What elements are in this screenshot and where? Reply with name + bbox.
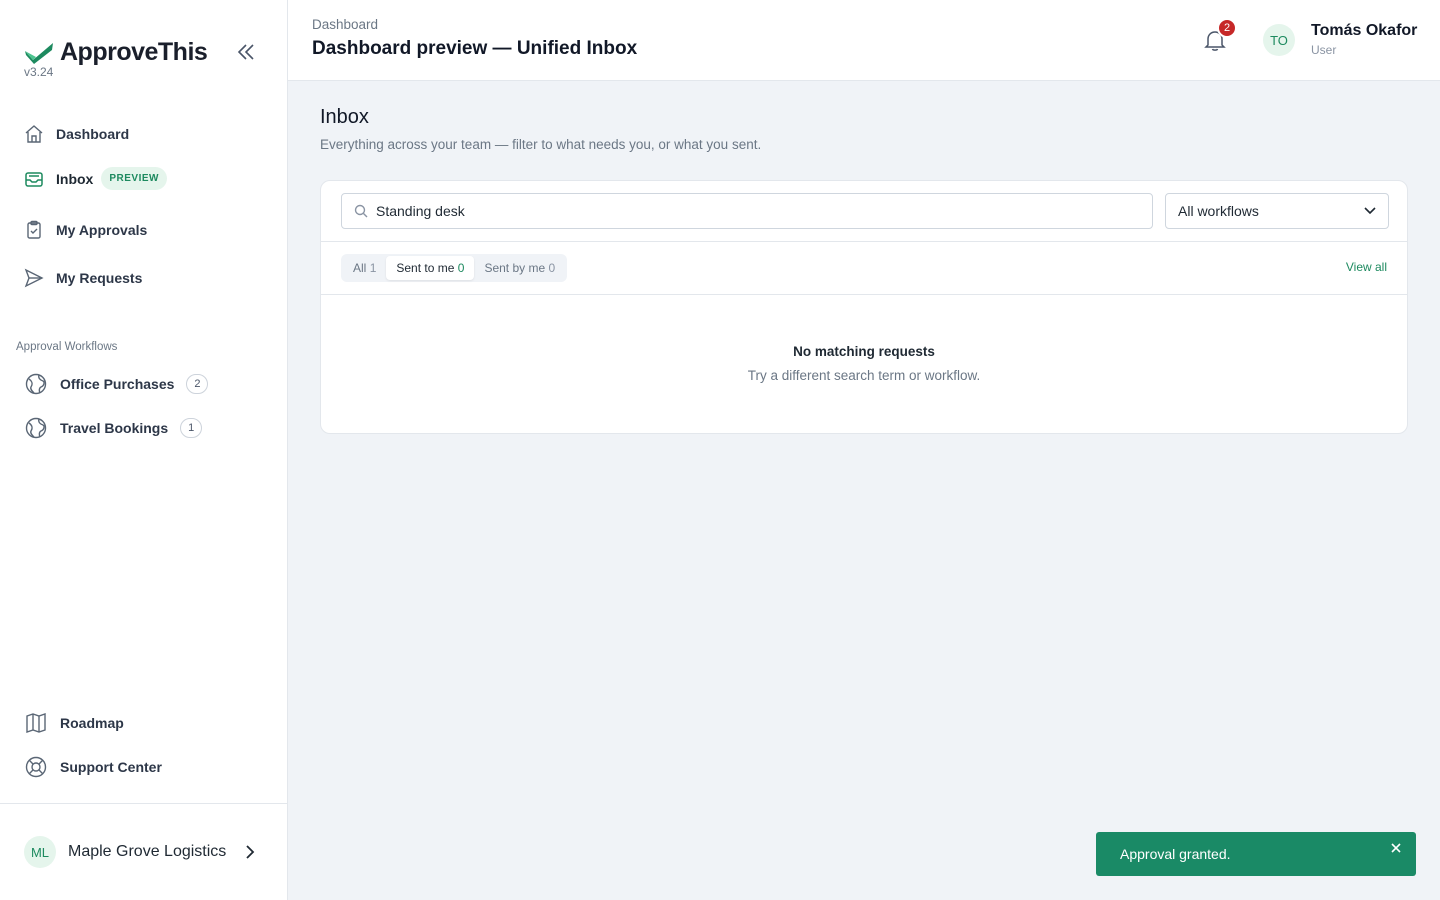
inbox-subtitle: Everything across your team — filter to … [320,137,762,152]
clipboard-icon [24,220,44,240]
nav-my-requests[interactable]: My Requests [24,268,142,288]
workflow-filter-select[interactable]: All workflows [1165,193,1389,229]
search-box[interactable] [341,193,1153,229]
tab-sent-to-me[interactable]: Sent to me 0 [386,256,475,280]
app-version: v3.24 [24,65,54,79]
map-icon [24,711,48,735]
toast-message: Approval granted. [1120,846,1231,862]
card-divider [321,241,1407,242]
inbox-icon [24,169,44,189]
sidebar-divider [0,803,288,804]
nav-support-center-label: Support Center [60,759,162,775]
globe-icon [24,372,48,396]
card-divider [321,294,1407,295]
nav-my-approvals-label: My Approvals [56,222,148,238]
page-title: Dashboard preview — Unified Inbox [312,38,638,59]
nav-roadmap[interactable]: Roadmap [24,711,124,735]
toast-notification: Approval granted. [1096,832,1416,876]
preview-badge: PREVIEW [101,167,167,190]
nav-inbox-label: Inbox [56,170,94,187]
chevron-down-icon [1364,207,1376,215]
workflows-section-label: Approval Workflows [16,341,118,353]
org-name: Maple Grove Logistics [68,843,227,860]
notification-count-badge: 2 [1217,18,1237,38]
breadcrumb[interactable]: Dashboard [312,17,378,32]
nav-my-requests-label: My Requests [56,270,143,286]
nav-dashboard[interactable]: Dashboard [24,124,129,144]
workflow-count-badge: 1 [180,418,203,438]
app-name: ApproveThis [60,38,208,66]
checkmark-logo-icon [25,42,53,64]
workflow-office-purchases[interactable]: Office Purchases 2 [24,372,209,396]
view-all-link[interactable]: View all [1346,260,1387,274]
workflow-travel-bookings[interactable]: Travel Bookings 1 [24,416,203,440]
search-input[interactable] [376,203,1136,219]
home-icon [24,124,44,144]
lifebuoy-icon [24,755,48,779]
top-header: Dashboard Dashboard preview — Unified In… [288,0,1440,81]
chevrons-left-icon [237,44,254,60]
nav-roadmap-label: Roadmap [60,715,124,731]
search-icon [354,204,368,218]
user-name[interactable]: Tomás Okafor [1311,22,1417,40]
nav-my-approvals[interactable]: My Approvals [24,220,147,240]
empty-state-title: No matching requests [793,344,935,359]
logo[interactable]: ApproveThis [24,38,208,67]
filter-tabs: All 1 Sent to me 0 Sent by me 0 [341,254,568,282]
workflow-office-purchases-label: Office Purchases [60,376,175,392]
chevron-right-icon [246,845,255,859]
tab-sent-to-me-label: Sent to me [396,261,455,275]
sidebar: ApproveThis v3.24 Dashboard Inbox PREVIE… [0,0,288,900]
user-role: User [1311,43,1337,57]
workflow-filter-value: All workflows [1178,203,1259,219]
user-avatar[interactable]: TO [1263,24,1295,56]
globe-icon [24,416,48,440]
tab-sent-by-me[interactable]: Sent by me 0 [474,256,565,280]
send-icon [24,268,44,288]
inbox-card: All workflows All 1 Sent to me 0 Sent by… [320,180,1408,434]
tab-sent-to-me-count: 0 [457,261,465,275]
nav-dashboard-label: Dashboard [56,126,130,142]
tab-all[interactable]: All 1 [343,256,386,280]
organization-switcher[interactable]: ML Maple Grove Logistics [24,836,264,868]
tab-sent-by-me-label: Sent by me [484,261,546,275]
org-avatar: ML [24,836,56,868]
workflow-count-badge: 2 [186,374,209,394]
empty-state-subtitle: Try a different search term or workflow. [747,368,981,383]
nav-inbox[interactable]: Inbox PREVIEW [24,167,167,190]
toast-close-button[interactable] [1388,840,1404,856]
inbox-heading: Inbox [320,106,369,128]
tab-all-label: All [353,261,367,275]
workflow-travel-bookings-label: Travel Bookings [60,420,169,436]
nav-support-center[interactable]: Support Center [24,755,162,779]
tab-sent-by-me-count: 0 [548,261,556,275]
close-icon [1391,843,1401,853]
tab-all-count: 1 [369,261,377,275]
collapse-sidebar-button[interactable] [234,40,258,64]
